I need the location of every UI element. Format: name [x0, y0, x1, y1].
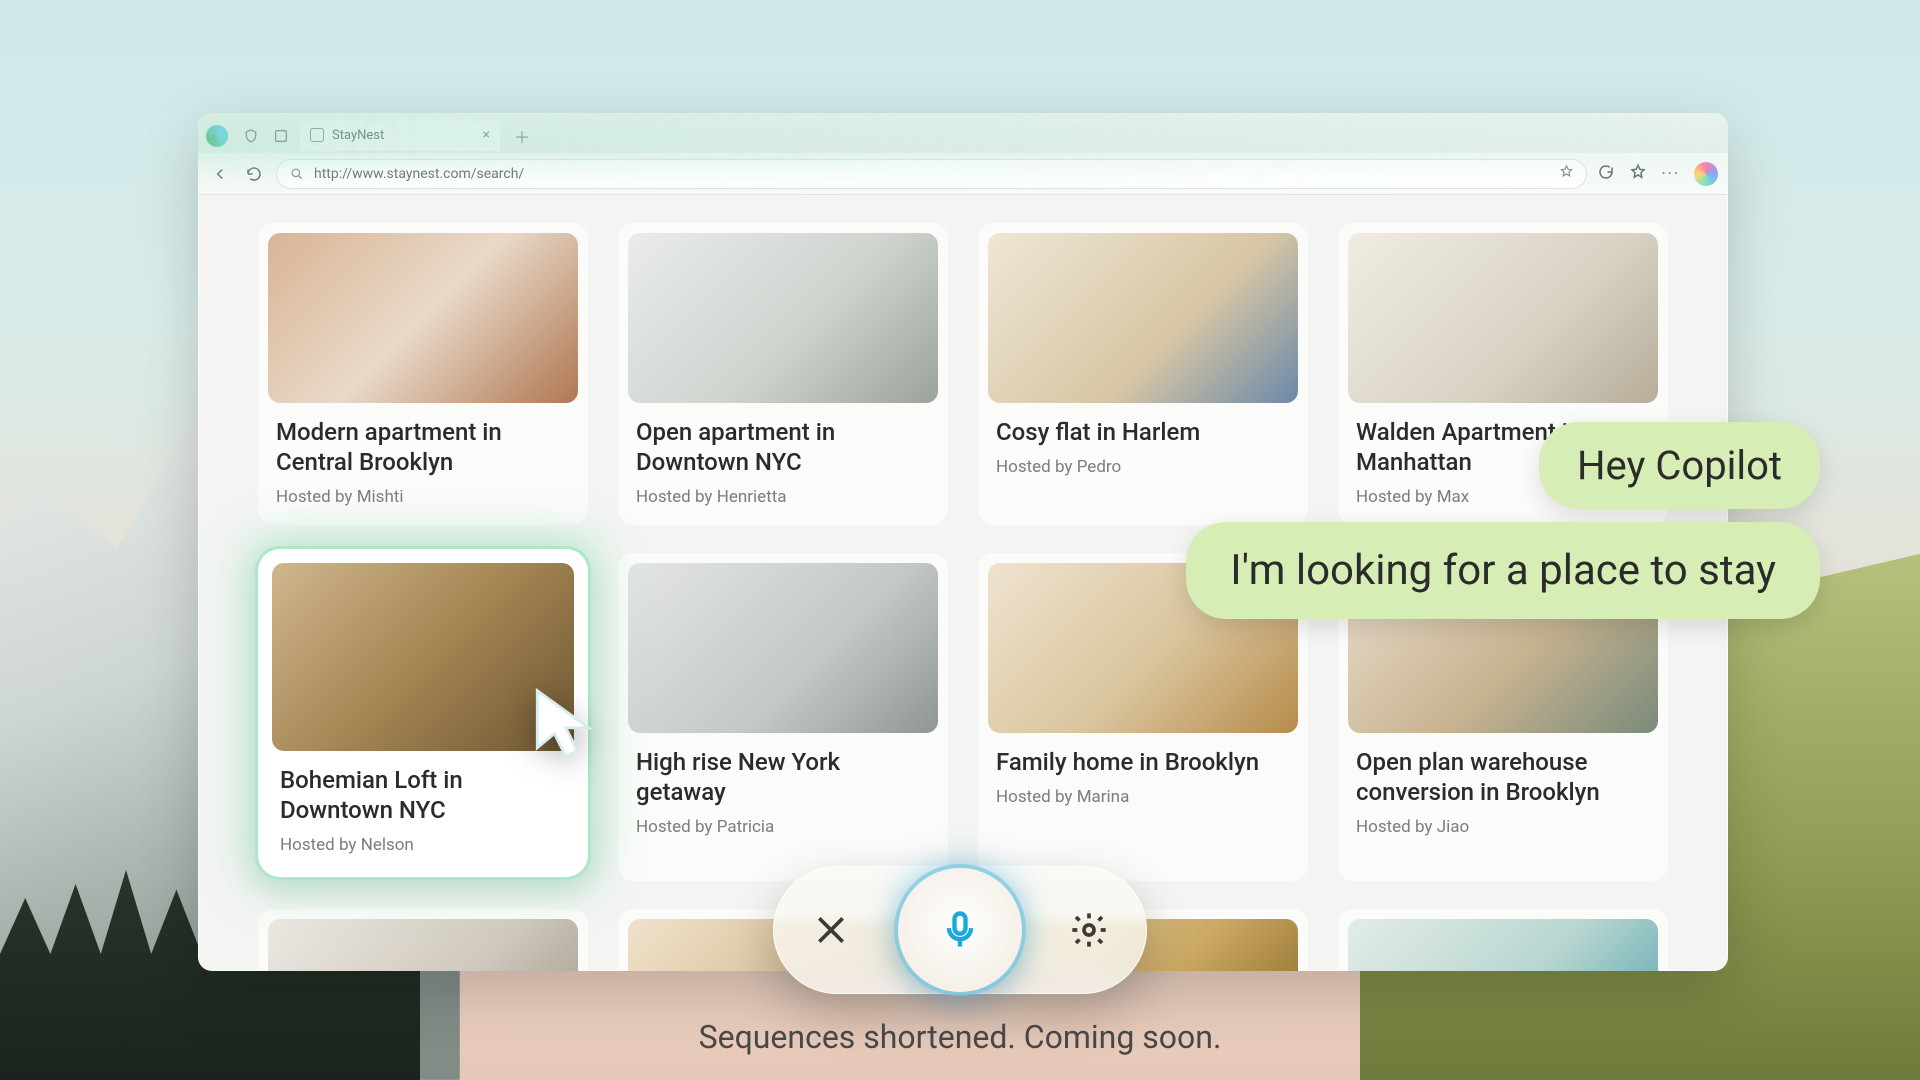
chat-bubble-text: Hey Copilot — [1577, 442, 1782, 489]
browser-tab[interactable]: StayNest × — [300, 121, 500, 151]
microphone-button[interactable] — [898, 868, 1022, 992]
listing-thumbnail — [628, 563, 938, 733]
new-tab-button[interactable]: ＋ — [508, 120, 536, 152]
copilot-icon[interactable] — [1694, 162, 1718, 186]
listing-title: Cosy flat in Harlem — [996, 417, 1290, 447]
edge-logo-icon — [206, 125, 228, 147]
tab-favicon-icon — [310, 128, 324, 142]
listing-host: Hosted by Jiao — [1356, 817, 1650, 837]
listing-card[interactable]: Modern apartment in Central Brooklyn Host… — [258, 223, 588, 525]
tab-strip: StayNest × ＋ — [198, 113, 1728, 153]
url-input[interactable]: http://www.staynest.com/search/ — [276, 159, 1587, 189]
listing-host: Hosted by Nelson — [280, 835, 566, 855]
workspaces-icon[interactable] — [240, 125, 262, 147]
caption-text: Sequences shortened. Coming soon. — [699, 1018, 1222, 1056]
listing-thumbnail — [1348, 233, 1658, 403]
refresh-button[interactable] — [242, 162, 266, 186]
listing-card[interactable] — [258, 909, 588, 971]
tab-title: StayNest — [332, 128, 384, 143]
listing-card[interactable]: Cosy flat in Harlem Hosted by Pedro — [978, 223, 1308, 525]
listing-thumbnail — [268, 233, 578, 403]
listing-host: Hosted by Patricia — [636, 817, 930, 837]
listing-title: Family home in Brooklyn — [996, 747, 1290, 777]
listing-thumbnail — [628, 233, 938, 403]
tab-actions-icon[interactable] — [270, 125, 292, 147]
listing-host: Hosted by Henrietta — [636, 487, 930, 507]
listing-card[interactable]: Bohemian Loft in Downtown NYC Hosted by N… — [258, 549, 588, 877]
back-button[interactable] — [208, 162, 232, 186]
listing-thumbnail — [268, 919, 578, 971]
more-menu-icon[interactable]: ··· — [1661, 164, 1680, 183]
listing-title: Open apartment in Downtown NYC — [636, 417, 930, 477]
close-voice-button[interactable] — [807, 906, 855, 954]
listing-title: High rise New York getaway — [636, 747, 930, 807]
address-bar: http://www.staynest.com/search/ ··· — [198, 153, 1728, 195]
toolbar-right: ··· — [1597, 162, 1718, 186]
chat-bubble-query: I'm looking for a place to stay — [1186, 522, 1820, 619]
favorites-icon[interactable] — [1629, 163, 1647, 185]
favorite-star-icon[interactable] — [1559, 164, 1574, 183]
disclaimer-caption: Sequences shortened. Coming soon. — [699, 1018, 1222, 1056]
listing-card[interactable] — [1338, 909, 1668, 971]
listing-thumbnail — [988, 233, 1298, 403]
listing-thumbnail — [1348, 919, 1658, 971]
listing-thumbnail — [272, 563, 574, 751]
extensions-icon[interactable] — [1597, 163, 1615, 185]
listing-title: Modern apartment in Central Brooklyn — [276, 417, 570, 477]
voice-settings-button[interactable] — [1065, 906, 1113, 954]
listing-title: Open plan warehouse conversion in Brookl… — [1356, 747, 1650, 807]
chat-bubble-hey-copilot: Hey Copilot — [1539, 422, 1820, 509]
url-text: http://www.staynest.com/search/ — [314, 166, 524, 182]
tab-close-icon[interactable]: × — [483, 128, 490, 142]
voice-control-bar — [773, 866, 1147, 994]
listing-title: Bohemian Loft in Downtown NYC — [280, 765, 566, 825]
listing-host: Hosted by Pedro — [996, 457, 1290, 477]
listing-card[interactable]: Open apartment in Downtown NYC Hosted by … — [618, 223, 948, 525]
listing-host: Hosted by Mishti — [276, 487, 570, 507]
listing-host: Hosted by Marina — [996, 787, 1290, 807]
chat-bubble-text: I'm looking for a place to stay — [1230, 546, 1776, 595]
desktop-wallpaper: StayNest × ＋ http://www.staynest.com/sea… — [0, 0, 1920, 1080]
search-icon — [289, 166, 304, 181]
listing-card[interactable]: High rise New York getaway Hosted by Patr… — [618, 553, 948, 881]
